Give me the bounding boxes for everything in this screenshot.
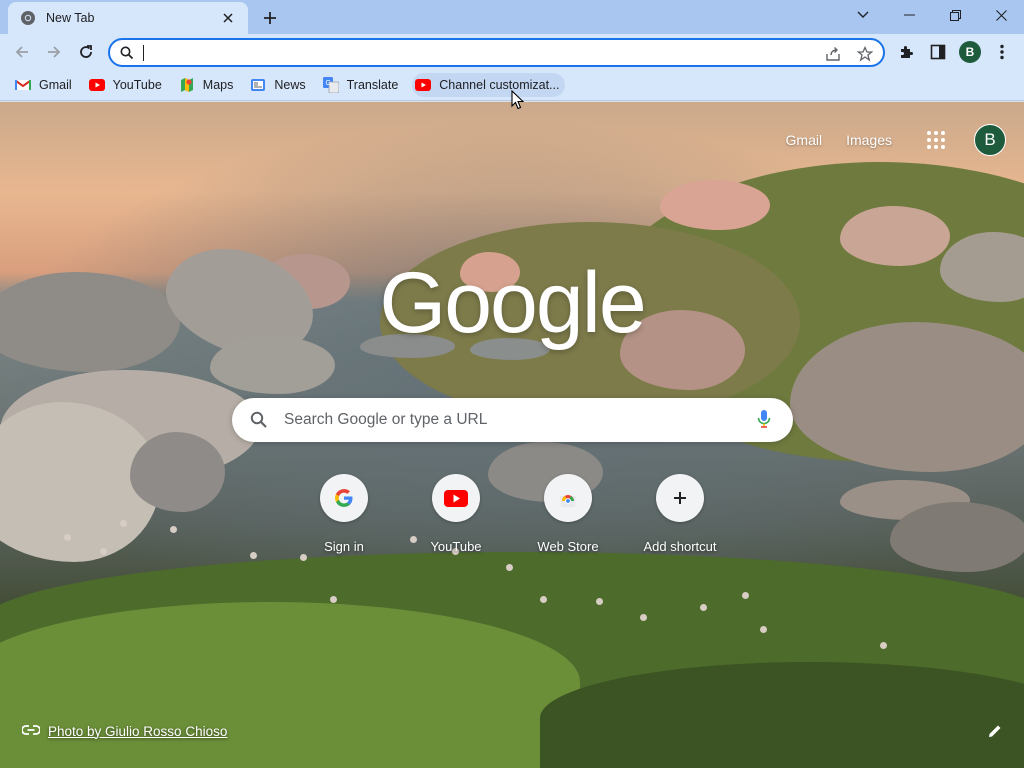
back-button[interactable] xyxy=(6,36,38,68)
text-caret xyxy=(143,45,144,61)
menu-kebab-icon[interactable] xyxy=(990,40,1014,64)
side-panel-icon[interactable] xyxy=(926,40,950,64)
new-tab-page: Gmail Images B Google Search Google or t… xyxy=(0,102,1024,768)
bookmark-translate[interactable]: G Translate xyxy=(320,73,405,97)
microphone-icon[interactable] xyxy=(757,409,771,436)
tab-new-tab[interactable]: New Tab xyxy=(8,2,248,34)
google-logo: Google xyxy=(379,255,646,351)
photo-credit-link[interactable]: Photo by Giulio Rosso Chioso xyxy=(48,724,227,739)
address-bar[interactable] xyxy=(108,38,885,67)
shortcut-web-store[interactable]: Web Store xyxy=(512,474,624,554)
tab-strip: New Tab xyxy=(0,0,1024,34)
shortcut-sign-in[interactable]: Sign in xyxy=(288,474,400,554)
plus-icon xyxy=(656,474,704,522)
maps-icon xyxy=(178,77,196,93)
reload-button[interactable] xyxy=(70,36,102,68)
minimize-button[interactable] xyxy=(886,0,932,30)
google-apps-icon[interactable] xyxy=(924,128,948,152)
toolbar: B xyxy=(0,34,1024,70)
forward-button[interactable] xyxy=(38,36,70,68)
web-store-icon xyxy=(544,474,592,522)
close-window-button[interactable] xyxy=(978,0,1024,30)
search-icon xyxy=(120,46,134,65)
bookmark-maps[interactable]: Maps xyxy=(176,73,240,97)
youtube-icon xyxy=(432,474,480,522)
link-icon xyxy=(21,722,41,740)
mouse-pointer-icon xyxy=(511,89,525,115)
bookmark-channel-customization[interactable]: Channel customizat... xyxy=(412,73,566,97)
address-input[interactable] xyxy=(142,43,802,63)
chrome-icon xyxy=(20,10,36,26)
youtube-icon xyxy=(414,77,432,93)
profile-avatar[interactable]: B xyxy=(959,41,981,63)
ntp-account-avatar[interactable]: B xyxy=(974,124,1006,156)
google-g-icon xyxy=(320,474,368,522)
svg-text:G: G xyxy=(325,80,330,87)
youtube-icon xyxy=(88,77,106,93)
new-tab-button[interactable] xyxy=(258,6,282,30)
extensions-puzzle-icon[interactable] xyxy=(894,40,918,64)
tab-title: New Tab xyxy=(46,11,95,25)
shortcut-youtube[interactable]: YouTube xyxy=(400,474,512,554)
shortcut-add-shortcut[interactable]: Add shortcut xyxy=(624,474,736,554)
bookmark-star-icon[interactable] xyxy=(854,43,876,65)
restore-button[interactable] xyxy=(932,0,978,30)
tab-search-chevron-icon[interactable] xyxy=(840,0,886,30)
search-placeholder: Search Google or type a URL xyxy=(284,411,488,428)
ntp-top-links: Gmail Images B xyxy=(786,124,1024,156)
shortcuts-grid: Sign in YouTube Web Store Add shortcut xyxy=(288,474,736,554)
share-icon[interactable] xyxy=(822,43,844,65)
gmail-icon xyxy=(14,77,32,93)
search-icon xyxy=(250,411,268,434)
bookmark-news[interactable]: News xyxy=(247,73,311,97)
images-link[interactable]: Images xyxy=(846,132,892,148)
translate-icon: G xyxy=(322,77,340,93)
photo-credit: Photo by Giulio Rosso Chioso xyxy=(21,722,227,740)
news-icon xyxy=(249,77,267,93)
bookmark-youtube[interactable]: YouTube xyxy=(86,73,168,97)
bookmark-gmail[interactable]: Gmail xyxy=(12,73,78,97)
gmail-link[interactable]: Gmail xyxy=(786,132,823,148)
ntp-search-box[interactable]: Search Google or type a URL xyxy=(232,398,793,442)
customize-pencil-icon[interactable] xyxy=(988,724,1002,743)
tab-close-icon[interactable] xyxy=(218,8,238,28)
